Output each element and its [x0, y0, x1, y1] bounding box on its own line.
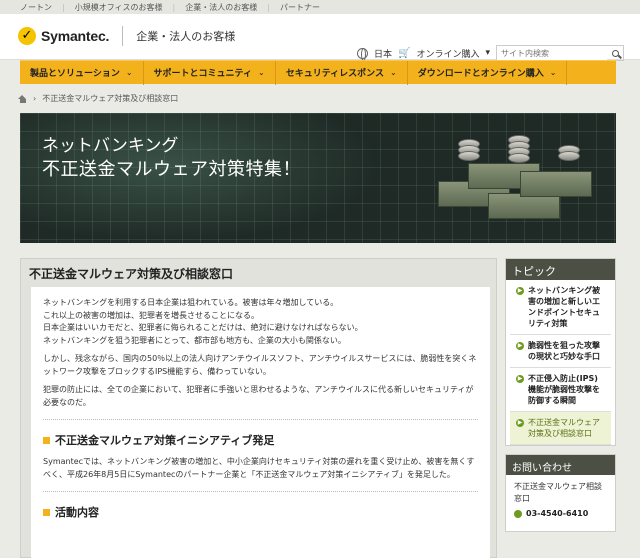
- contact-phone-number: 03-4540-6410: [526, 509, 589, 518]
- section-heading-text: 不正送金マルウェア対策イニシアティブ発足: [55, 434, 275, 447]
- hero-title-line1: ネットバンキング: [42, 136, 179, 156]
- site-header: ✓ Symantec. 企業・法人のお客様 日本 🛒 オンライン購入 ▾: [0, 14, 640, 61]
- sidebar: トピック ▶ ネットバンキング被害の増加と新しいエンドポイントセキュリティ対策 …: [505, 258, 616, 532]
- search-icon: [611, 49, 619, 57]
- coin: [508, 153, 530, 163]
- article-paragraph: 犯罪の防止には、全ての企業において、犯罪者に手強いと思わせるような、アンチウイル…: [43, 385, 474, 407]
- nav-item-label: セキュリティレスポンス: [285, 69, 384, 79]
- cart-icon: 🛒: [398, 47, 411, 59]
- topbar-link-norton[interactable]: ノートン: [20, 2, 52, 13]
- money-stack-image: [428, 131, 598, 231]
- hero-banner: ネットバンキング 不正送金マルウェア対策特集！: [20, 113, 616, 243]
- topic-link[interactable]: ▶ 不正侵入防止(IPS)機能が脆弱性攻撃を防御する瞬間: [510, 368, 611, 412]
- nav-item-label: サポートとコミュニティ: [153, 69, 252, 79]
- topbar-link-small-office[interactable]: 小規模オフィスのお客様: [75, 2, 163, 13]
- chevron-down-icon: ⌄: [125, 68, 133, 77]
- search-input[interactable]: [497, 46, 607, 60]
- section-title: 企業・法人のお客様: [136, 30, 236, 43]
- dotted-divider: [43, 419, 478, 420]
- square-bullet-icon: [43, 508, 50, 516]
- home-icon[interactable]: [18, 94, 27, 103]
- dotted-divider: [43, 491, 478, 492]
- topics-box: トピック ▶ ネットバンキング被害の増加と新しいエンドポイントセキュリティ対策 …: [505, 258, 616, 446]
- contact-phone[interactable]: 03-4540-6410: [506, 505, 615, 522]
- arrow-right-icon: ▶: [516, 342, 524, 350]
- breadcrumb: › 不正送金マルウェア対策及び相談窓口: [18, 93, 178, 104]
- globe-icon: [356, 47, 368, 61]
- contact-text: 不正送金マルウェア相談窓口: [514, 482, 602, 503]
- search-button[interactable]: [607, 46, 623, 60]
- topic-link-active[interactable]: ▶ 不正送金マルウェア対策及び相談窓口: [510, 412, 611, 445]
- nav-item-support[interactable]: サポートとコミュニティ ⌄: [144, 60, 276, 85]
- topbar-link-enterprise[interactable]: 企業・法人のお客様: [185, 2, 257, 13]
- coin: [558, 151, 580, 161]
- chevron-down-icon[interactable]: ▾: [485, 48, 490, 58]
- hero-title-line2: 不正送金マルウェア対策特集！: [42, 159, 301, 180]
- banknote-stack: [520, 171, 592, 197]
- brand-name: Symantec.: [41, 28, 110, 44]
- contact-box: お問い合わせ 不正送金マルウェア相談窓口 03-4540-6410: [505, 454, 616, 532]
- online-purchase-link[interactable]: オンライン購入: [416, 47, 479, 60]
- breadcrumb-current: 不正送金マルウェア対策及び相談窓口: [42, 94, 179, 103]
- separator: |: [267, 2, 270, 12]
- search-box: [496, 45, 624, 61]
- article-paragraph: ネットバンキングを利用する日本企業は狙われている。被害は年々増加している。 これ…: [43, 298, 363, 345]
- arrow-right-icon: ▶: [516, 419, 524, 427]
- topic-link-text: 脆弱性を狙った攻撃の現状と巧妙な手口: [528, 341, 600, 361]
- topic-link-text: 不正送金マルウェア対策及び相談窓口: [528, 418, 600, 438]
- article-paragraph: Symantecでは、ネットバンキング被害の増加と、中小企業向けセキュリティ対策…: [43, 457, 475, 479]
- article-body: ネットバンキングを利用する日本企業は狙われている。被害は年々増加している。 これ…: [31, 287, 490, 558]
- chevron-down-icon: ⌄: [258, 68, 265, 77]
- phone-bullet-icon: [514, 509, 522, 518]
- article-paragraph: しかし、残念ながら、国内の50％以上の法人向けアンチウイルスソフト、アンチウイル…: [43, 354, 477, 376]
- topbar-link-partner[interactable]: パートナー: [280, 2, 320, 13]
- topics-title: トピック: [506, 259, 615, 280]
- topic-link-text: 不正侵入防止(IPS)機能が脆弱性攻撃を防御する瞬間: [528, 374, 600, 405]
- main-nav: 製品とソリューション ⌄ サポートとコミュニティ ⌄ セキュリティレスポンス ⌄…: [20, 60, 616, 85]
- arrow-right-icon: ▶: [516, 375, 524, 383]
- page-title: 不正送金マルウェア対策及び相談窓口: [29, 267, 234, 281]
- nav-item-security-response[interactable]: セキュリティレスポンス ⌄: [276, 60, 408, 85]
- nav-item-label: ダウンロードとオンライン購入: [417, 69, 544, 79]
- topic-link-text: ネットバンキング被害の増加と新しいエンドポイントセキュリティ対策: [528, 286, 601, 328]
- coin: [458, 151, 480, 161]
- arrow-right-icon: ▶: [516, 287, 524, 295]
- nav-item-download[interactable]: ダウンロードとオンライン購入 ⌄: [408, 60, 568, 85]
- breadcrumb-separator: ›: [33, 94, 37, 103]
- square-bullet-icon: [43, 436, 50, 444]
- section-heading-text: 活動内容: [55, 506, 99, 519]
- locale-link[interactable]: 日本: [374, 47, 392, 60]
- symantec-logo[interactable]: ✓ Symantec. 企業・法人のお客様: [18, 26, 235, 46]
- divider: [122, 26, 124, 46]
- topic-link[interactable]: ▶ 脆弱性を狙った攻撃の現状と巧妙な手口: [510, 335, 611, 368]
- topic-link[interactable]: ▶ ネットバンキング被害の増加と新しいエンドポイントセキュリティ対策: [510, 280, 611, 335]
- header-tools: 日本 🛒 オンライン購入 ▾: [356, 45, 624, 61]
- contact-title: お問い合わせ: [506, 455, 615, 475]
- section-heading: 活動内容: [43, 504, 478, 520]
- separator: |: [62, 2, 65, 12]
- chevron-down-icon: ⌄: [389, 68, 397, 77]
- separator: |: [172, 2, 176, 12]
- nav-item-products[interactable]: 製品とソリューション ⌄: [20, 60, 144, 85]
- nav-item-label: 製品とソリューション: [30, 69, 120, 79]
- main-content: 不正送金マルウェア対策及び相談窓口 ネットバンキングを利用する日本企業は狙われて…: [20, 258, 497, 558]
- section-heading: 不正送金マルウェア対策イニシアティブ発足: [43, 432, 478, 448]
- top-utility-bar: ノートン | 小規模オフィスのお客様 | 企業・法人のお客様 | パートナー: [0, 0, 640, 14]
- checkmark-logo-icon: ✓: [18, 27, 36, 45]
- chevron-down-icon: ⌄: [549, 68, 557, 77]
